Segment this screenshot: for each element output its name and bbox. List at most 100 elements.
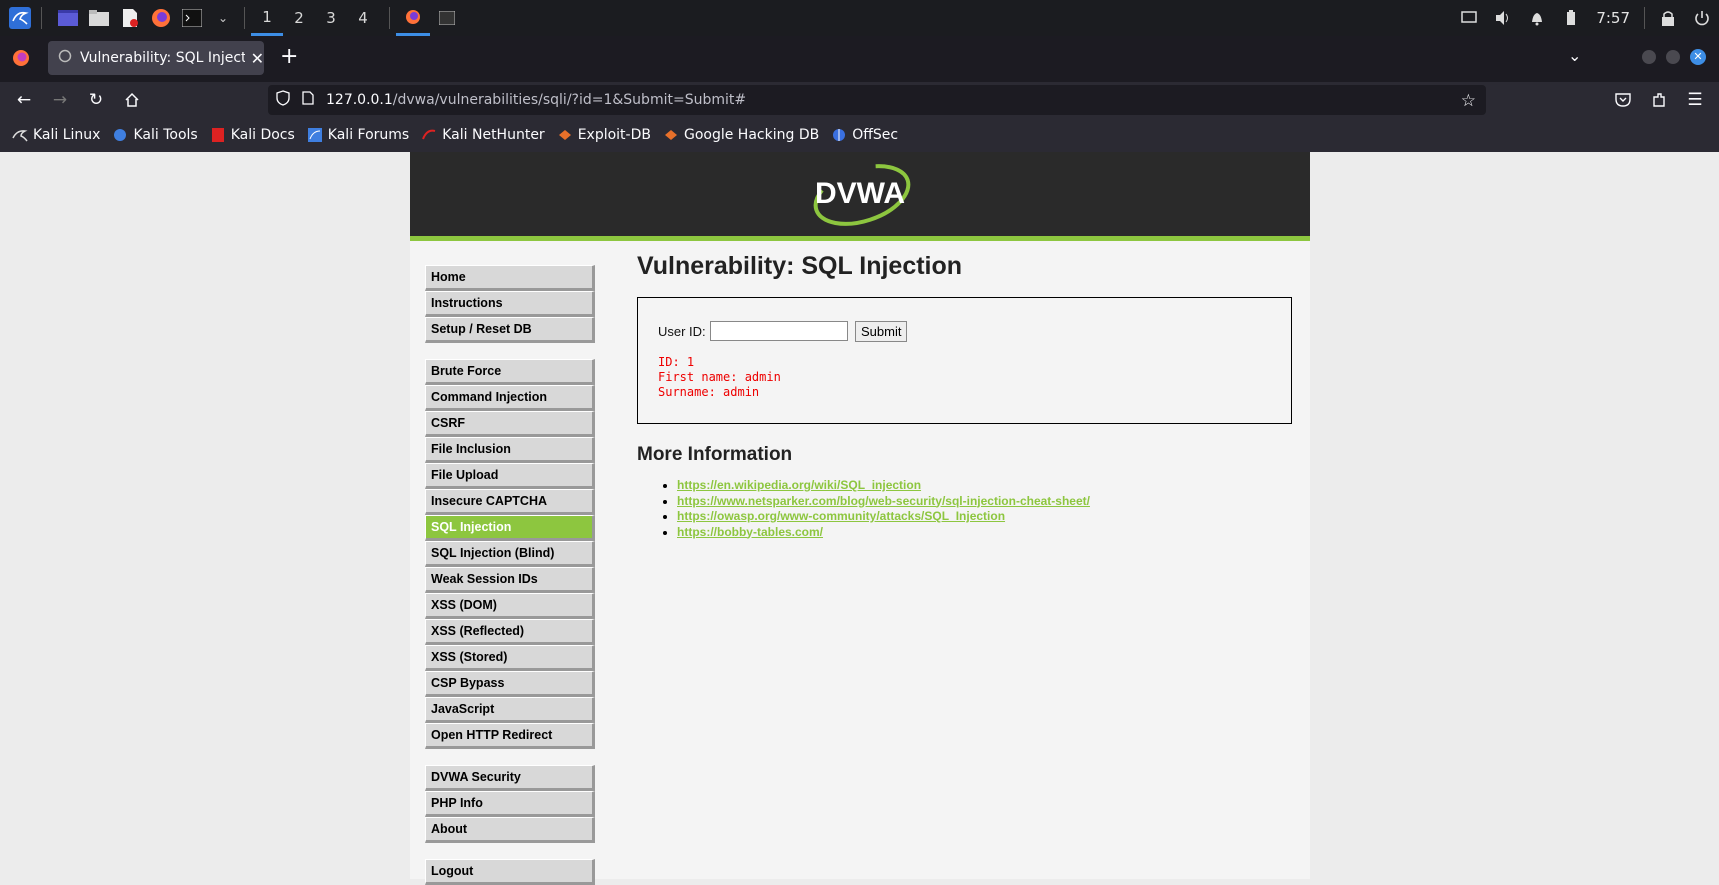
list-item: https://owasp.org/www-community/attacks/…	[677, 509, 1292, 525]
dvwa-menu: Home Instructions Setup / Reset DB Brute…	[425, 265, 595, 885]
kali-dragon-icon	[12, 127, 28, 143]
link-bobby-tables[interactable]: https://bobby-tables.com/	[677, 525, 823, 539]
back-arrow-icon[interactable]: ←	[6, 82, 42, 118]
menu-item-insecure-captcha[interactable]: Insecure CAPTCHA	[425, 489, 595, 515]
bookmark-label: Google Hacking DB	[683, 127, 820, 143]
screen-icon[interactable]	[1458, 7, 1480, 29]
lock-icon[interactable]	[1657, 7, 1679, 29]
bookmark-kali-nethunter[interactable]: Kali NetHunter	[421, 127, 545, 143]
menu-item-setup-reset-db[interactable]: Setup / Reset DB	[425, 317, 595, 343]
dvwa-container: DVWA Home Instructions Setup / Reset DB …	[410, 152, 1310, 885]
menu-item-file-inclusion[interactable]: File Inclusion	[425, 437, 595, 463]
menu-item-command-injection[interactable]: Command Injection	[425, 385, 595, 411]
submit-button[interactable]: Submit	[855, 321, 908, 342]
taskbar: ⌄ 1 2 3 4 7:57	[0, 0, 1719, 36]
link-owasp-sqli[interactable]: https://owasp.org/www-community/attacks/…	[677, 509, 1005, 523]
shield-icon[interactable]	[276, 90, 290, 110]
ghdb-icon	[663, 127, 679, 143]
bookmark-star-icon[interactable]: ☆	[1461, 91, 1476, 111]
text-editor-icon[interactable]	[119, 7, 141, 29]
menu-item-weak-session-ids[interactable]: Weak Session IDs	[425, 567, 595, 593]
menu-item-instructions[interactable]: Instructions	[425, 291, 595, 317]
workspace-2[interactable]: 2	[283, 0, 315, 36]
pocket-icon[interactable]	[1605, 82, 1641, 118]
bookmark-exploit-db[interactable]: Exploit-DB	[557, 127, 651, 143]
tab-favicon-icon	[58, 49, 72, 67]
taskbar-terminal-window[interactable]	[430, 0, 464, 36]
menu-item-xss-dom[interactable]: XSS (DOM)	[425, 593, 595, 619]
firefox-launcher-icon[interactable]	[150, 7, 172, 29]
menu-item-sql-injection[interactable]: SQL Injection	[425, 515, 595, 541]
firefox-view-icon[interactable]	[12, 49, 30, 71]
hamburger-menu-icon[interactable]: ☰	[1677, 82, 1713, 118]
menu-item-xss-reflected[interactable]: XSS (Reflected)	[425, 619, 595, 645]
menu-item-javascript[interactable]: JavaScript	[425, 697, 595, 723]
volume-icon[interactable]	[1492, 7, 1514, 29]
workspace-4[interactable]: 4	[347, 0, 379, 36]
url-text: 127.0.0.1/dvwa/vulnerabilities/sqli/?id=…	[326, 92, 746, 108]
user-id-label: User ID:	[658, 324, 706, 339]
link-netsparker-cheat-sheet[interactable]: https://www.netsparker.com/blog/web-secu…	[677, 494, 1090, 508]
battery-icon[interactable]	[1560, 7, 1582, 29]
menu-item-sql-injection-blind[interactable]: SQL Injection (Blind)	[425, 541, 595, 567]
bookmark-label: Kali NetHunter	[442, 127, 545, 143]
bookmark-offsec[interactable]: OffSec	[831, 127, 898, 143]
url-bar[interactable]: 127.0.0.1/dvwa/vulnerabilities/sqli/?id=…	[268, 85, 1486, 115]
bookmark-google-hacking-db[interactable]: Google Hacking DB	[663, 127, 819, 143]
maximize-window-button[interactable]	[1666, 50, 1680, 64]
page-info-icon[interactable]	[302, 91, 314, 109]
minimize-window-button[interactable]	[1642, 50, 1656, 64]
menu-item-dvwa-security[interactable]: DVWA Security	[425, 765, 595, 791]
list-item: https://en.wikipedia.org/wiki/SQL_inject…	[677, 478, 1292, 494]
home-icon[interactable]	[114, 82, 150, 118]
close-tab-icon[interactable]: ✕	[251, 49, 264, 68]
menu-item-logout[interactable]: Logout	[425, 859, 595, 885]
exploit-db-icon	[557, 127, 573, 143]
notification-bell-icon[interactable]	[1526, 7, 1548, 29]
menu-item-file-upload[interactable]: File Upload	[425, 463, 595, 489]
menu-item-csp-bypass[interactable]: CSP Bypass	[425, 671, 595, 697]
bookmark-label: Exploit-DB	[577, 127, 651, 143]
terminal-launcher-icon[interactable]	[181, 7, 203, 29]
bookmark-kali-tools[interactable]: Kali Tools	[112, 127, 198, 143]
browser-tab[interactable]: Vulnerability: SQL Injectio ✕	[48, 41, 264, 75]
show-desktop-icon[interactable]	[57, 7, 79, 29]
nethunter-icon	[421, 127, 437, 143]
reload-icon[interactable]: ↻	[78, 82, 114, 118]
link-wikipedia-sqli[interactable]: https://en.wikipedia.org/wiki/SQL_inject…	[677, 478, 921, 492]
menu-item-open-http-redirect[interactable]: Open HTTP Redirect	[425, 723, 595, 749]
menu-item-about[interactable]: About	[425, 817, 595, 843]
bookmark-label: Kali Linux	[33, 127, 101, 143]
list-all-tabs-icon[interactable]: ⌄	[1568, 46, 1581, 65]
bookmark-kali-forums[interactable]: Kali Forums	[307, 127, 409, 143]
bookmark-label: Kali Forums	[327, 127, 410, 143]
workspace-3[interactable]: 3	[315, 0, 347, 36]
kali-menu-icon[interactable]	[9, 7, 31, 29]
bookmarks-toolbar: Kali Linux Kali Tools Kali Docs Kali For…	[0, 118, 1719, 153]
file-manager-icon[interactable]	[88, 7, 110, 29]
tray-separator	[1644, 7, 1645, 29]
user-id-input[interactable]	[710, 321, 848, 341]
menu-item-csrf[interactable]: CSRF	[425, 411, 595, 437]
clock[interactable]: 7:57	[1596, 9, 1630, 27]
result-first-name: First name: admin	[658, 370, 781, 384]
menu-item-home[interactable]: Home	[425, 265, 595, 291]
menu-item-xss-stored[interactable]: XSS (Stored)	[425, 645, 595, 671]
new-tab-icon[interactable]: +	[280, 44, 298, 69]
system-tray: 7:57	[1452, 0, 1719, 36]
sqli-form-box: User ID: Submit ID: 1 First name: admin Su…	[637, 297, 1292, 424]
power-icon[interactable]	[1691, 7, 1713, 29]
bookmark-kali-docs[interactable]: Kali Docs	[210, 127, 295, 143]
bookmark-kali-linux[interactable]: Kali Linux	[12, 127, 100, 143]
workspace-1[interactable]: 1	[251, 0, 283, 36]
close-window-button[interactable]: ✕	[1690, 49, 1706, 65]
extensions-icon[interactable]	[1641, 82, 1677, 118]
menu-item-php-info[interactable]: PHP Info	[425, 791, 595, 817]
taskbar-firefox-window[interactable]	[396, 0, 430, 36]
list-item: https://www.netsparker.com/blog/web-secu…	[677, 494, 1292, 510]
chevron-down-icon[interactable]: ⌄	[212, 7, 234, 29]
url-host: 127.0.0.1	[326, 92, 393, 108]
taskbar-separator	[244, 7, 245, 29]
menu-item-brute-force[interactable]: Brute Force	[425, 359, 595, 385]
forward-arrow-icon[interactable]: →	[42, 82, 78, 118]
